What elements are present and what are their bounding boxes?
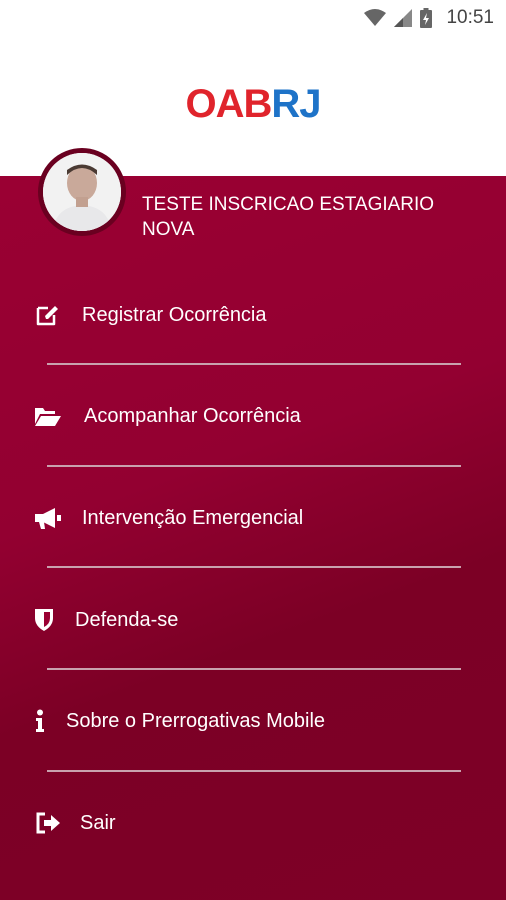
user-name: TESTE INSCRICAO ESTAGIARIO NOVA — [142, 194, 435, 240]
status-bar: 10:51 — [0, 0, 506, 36]
avatar — [38, 148, 126, 236]
menu-label: Sobre o Prerrogativas Mobile — [66, 709, 326, 732]
wifi-icon — [364, 9, 387, 26]
logo-rj-text: RJ — [271, 82, 321, 126]
user-photo — [43, 153, 121, 231]
menu-item-intervencao-emergencial[interactable]: Intervenção Emergencial — [0, 478, 506, 558]
info-icon — [26, 707, 54, 735]
menu-item-sobre[interactable]: Sobre o Prerrogativas Mobile — [0, 681, 506, 761]
status-time: 10:51 — [446, 7, 494, 28]
oabrj-logo: OABRJ — [0, 84, 506, 124]
divider — [47, 465, 461, 467]
megaphone-icon — [34, 504, 62, 532]
menu-label: Acompanhar Ocorrência — [84, 404, 301, 427]
menu-label: Defenda-se — [75, 608, 179, 631]
menu-item-defenda-se[interactable]: Defenda-se — [0, 580, 506, 660]
folder-open-icon — [34, 402, 62, 430]
menu-item-acompanhar-ocorrencia[interactable]: Acompanhar Ocorrência — [0, 376, 506, 456]
divider — [47, 668, 461, 670]
divider — [47, 566, 461, 568]
menu-label: Intervenção Emergencial — [82, 506, 304, 529]
menu-item-sair[interactable]: Sair — [0, 783, 506, 863]
shield-icon — [30, 606, 58, 634]
menu-item-registrar-ocorrencia[interactable]: Registrar Ocorrência — [0, 275, 506, 355]
logo-oab-text: OAB — [185, 82, 272, 126]
divider — [47, 363, 461, 365]
sign-out-icon — [34, 809, 62, 837]
cell-signal-icon — [394, 9, 413, 27]
edit-icon — [34, 301, 62, 329]
battery-charging-icon — [420, 8, 433, 28]
menu-label: Sair — [80, 811, 116, 834]
divider — [47, 770, 461, 772]
menu-label: Registrar Ocorrência — [82, 303, 267, 326]
